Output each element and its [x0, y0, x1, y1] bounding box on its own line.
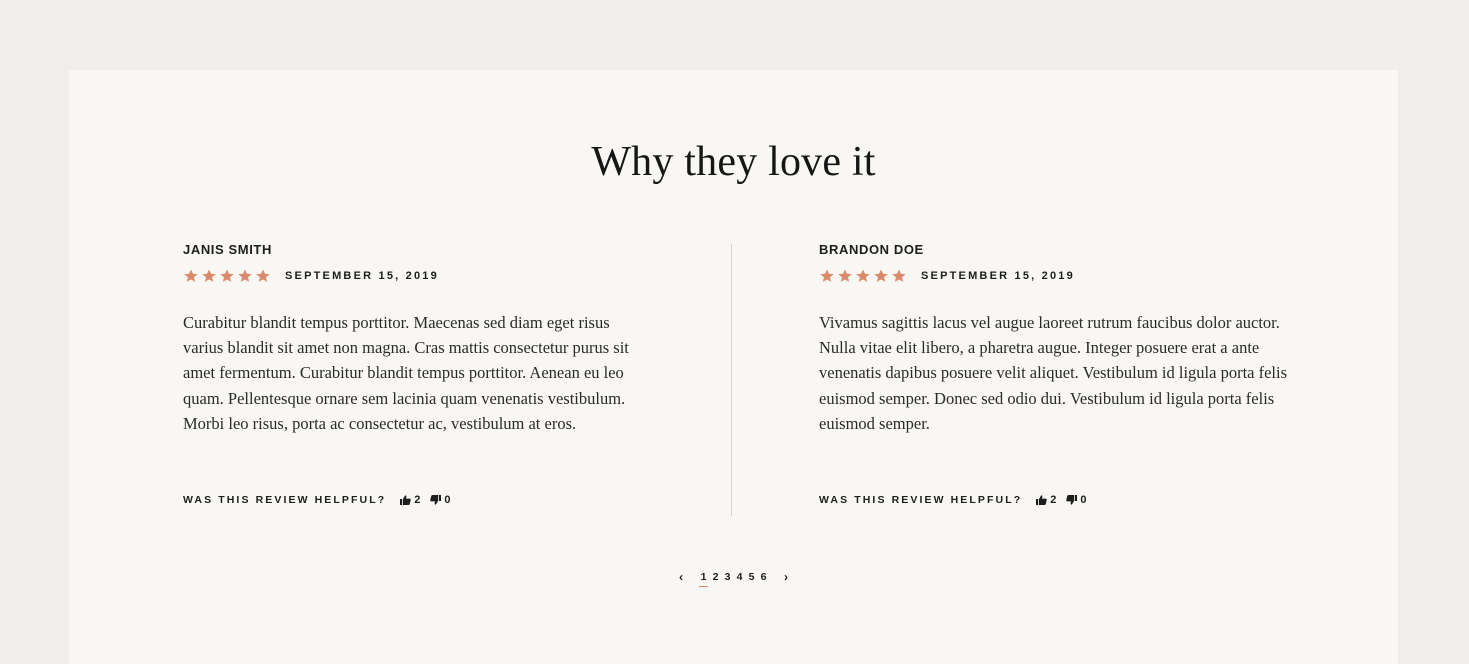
upvote-count: 2: [414, 494, 421, 506]
review-card: JANIS SMITH SEPTEMBER 15, 2019 Curabitur…: [183, 242, 653, 436]
helpful-row: WAS THIS REVIEW HELPFUL? 2 0: [183, 492, 450, 508]
downvote-count: 0: [1080, 494, 1087, 506]
star-icon: [201, 268, 217, 284]
next-page-button[interactable]: ›: [780, 570, 792, 584]
page-link[interactable]: 2: [711, 571, 720, 583]
page-list: 1 2 3 4 5 6: [699, 571, 768, 587]
pagination: ‹ 1 2 3 4 5 6 ›: [69, 568, 1398, 587]
star-icon: [219, 268, 235, 284]
star-icon: [255, 268, 271, 284]
star-rating: [819, 268, 907, 284]
reviews-section: Why they love it JANIS SMITH SEPTEMBER 1…: [69, 70, 1398, 664]
thumbs-down-icon: [430, 495, 442, 505]
star-icon: [891, 268, 907, 284]
page-link[interactable]: 5: [747, 571, 756, 583]
star-icon: [237, 268, 253, 284]
review-date: SEPTEMBER 15, 2019: [921, 270, 1075, 282]
helpful-label: WAS THIS REVIEW HELPFUL?: [183, 494, 387, 506]
page-link[interactable]: 4: [735, 571, 744, 583]
page-link[interactable]: 6: [759, 571, 768, 583]
page-link[interactable]: 1: [699, 571, 708, 587]
thumbs-up-icon: [1036, 495, 1047, 505]
star-icon: [183, 268, 199, 284]
review-text: Vivamus sagittis lacus vel augue laoreet…: [819, 313, 1288, 433]
star-icon: [873, 268, 889, 284]
review-card: BRANDON DOE SEPTEMBER 15, 2019 Vivamus s…: [819, 242, 1289, 436]
upvote-button[interactable]: 2: [400, 494, 420, 506]
review-meta: SEPTEMBER 15, 2019: [183, 267, 653, 285]
helpful-label: WAS THIS REVIEW HELPFUL?: [819, 494, 1023, 506]
previous-page-button[interactable]: ‹: [675, 570, 687, 584]
upvote-count: 2: [1050, 494, 1057, 506]
thumbs-down-icon: [1066, 495, 1078, 505]
thumbs-up-icon: [400, 495, 411, 505]
review-author: JANIS SMITH: [183, 242, 272, 257]
star-rating: [183, 268, 271, 284]
downvote-button[interactable]: 0: [430, 494, 450, 506]
review-text: Curabitur blandit tempus porttitor. Maec…: [183, 313, 629, 433]
review-author: BRANDON DOE: [819, 242, 924, 257]
downvote-button[interactable]: 0: [1066, 494, 1086, 506]
section-title: Why they love it: [591, 139, 876, 185]
page-link[interactable]: 3: [723, 571, 732, 583]
star-icon: [855, 268, 871, 284]
review-date: SEPTEMBER 15, 2019: [285, 270, 439, 282]
star-icon: [837, 268, 853, 284]
downvote-count: 0: [444, 494, 451, 506]
review-meta: SEPTEMBER 15, 2019: [819, 267, 1289, 285]
review-divider: [731, 244, 732, 516]
upvote-button[interactable]: 2: [1036, 494, 1056, 506]
star-icon: [819, 268, 835, 284]
helpful-row: WAS THIS REVIEW HELPFUL? 2 0: [819, 492, 1086, 508]
